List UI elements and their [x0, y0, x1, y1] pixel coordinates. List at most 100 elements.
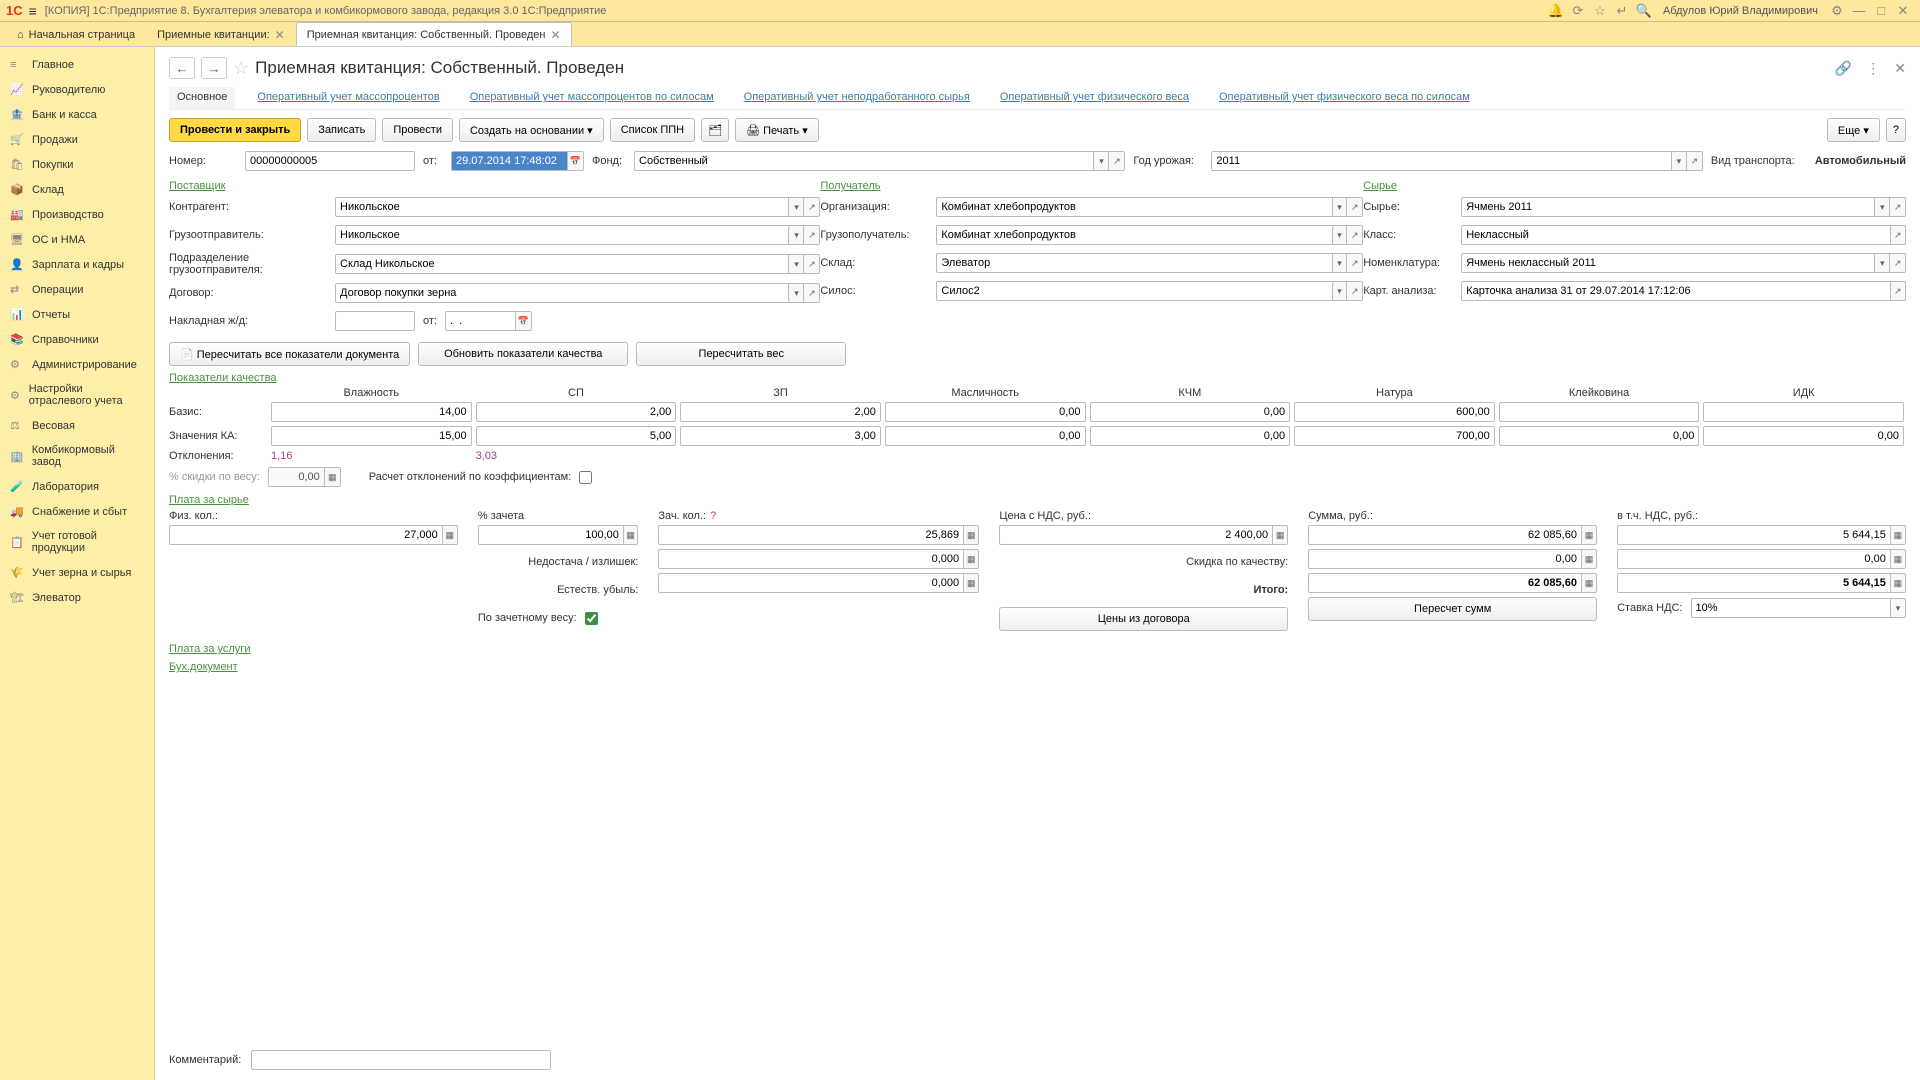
close-doc-icon[interactable]: ✕	[1894, 60, 1906, 77]
payment-link[interactable]: Плата за сырье	[169, 494, 249, 506]
subtab[interactable]: Оперативный учет массопроцентов по силос…	[462, 87, 722, 109]
sidebar-item[interactable]: ≡Главное	[0, 53, 154, 77]
quality-input[interactable]	[1703, 402, 1904, 422]
dropdown-icon[interactable]: ▾	[788, 283, 804, 303]
vat-input[interactable]	[1617, 525, 1890, 545]
price-input[interactable]	[999, 525, 1272, 545]
quality-link[interactable]: Показатели качества	[169, 372, 276, 384]
date-input[interactable]	[451, 151, 567, 171]
sidebar-item[interactable]: 🛒Продажи	[0, 127, 154, 152]
quality-input[interactable]	[476, 426, 677, 446]
open-icon[interactable]: ↗	[1109, 151, 1125, 171]
back-button[interactable]: ←	[169, 57, 195, 79]
open-icon[interactable]: ↗	[804, 283, 820, 303]
subtab[interactable]: Оперативный учет массопроцентов	[249, 87, 447, 109]
tab[interactable]: ⌂ Начальная страница	[6, 22, 146, 46]
dropdown-icon[interactable]: ▾	[1332, 225, 1348, 245]
forward-button[interactable]: →	[201, 57, 227, 79]
sidebar-item[interactable]: 🏦Банк и касса	[0, 102, 154, 127]
prices-button[interactable]: Цены из договора	[999, 607, 1288, 631]
sidebar-item[interactable]: 🌾Учет зерна и сырья	[0, 560, 154, 585]
quality-input[interactable]	[1090, 402, 1291, 422]
services-link[interactable]: Плата за услуги	[169, 643, 250, 655]
sidebar-item[interactable]: ⚖Весовая	[0, 413, 154, 438]
create-based-button[interactable]: Создать на основании ▾	[459, 118, 604, 142]
open-icon[interactable]: ↗	[1347, 253, 1363, 273]
search-icon[interactable]: 🔍	[1633, 3, 1655, 19]
contragent-input[interactable]	[335, 197, 788, 217]
calc-icon[interactable]: ▦	[1890, 549, 1906, 569]
sidebar-item[interactable]: 📊Отчеты	[0, 302, 154, 327]
open-icon[interactable]: ↗	[1890, 197, 1906, 217]
calc-icon[interactable]: ▦	[963, 573, 979, 593]
calendar-icon[interactable]: 📅	[515, 311, 532, 331]
sidebar-item[interactable]: 🛍Покупки	[0, 152, 154, 177]
settings-icon[interactable]: ⚙	[1826, 3, 1848, 19]
class-input[interactable]	[1461, 225, 1889, 245]
quality-input[interactable]	[476, 402, 677, 422]
update-quality-button[interactable]: Обновить показатели качества	[418, 342, 628, 366]
calc-icon[interactable]: ▦	[324, 467, 341, 487]
recalc-weight-button[interactable]: Пересчитать вес	[636, 342, 846, 366]
dropdown-icon[interactable]: ▾	[1874, 197, 1890, 217]
accdoc-link[interactable]: Бух.документ	[169, 661, 238, 673]
post-close-button[interactable]: Провести и закрыть	[169, 118, 301, 142]
open-icon[interactable]: ↗	[804, 254, 820, 274]
card-input[interactable]	[1461, 281, 1889, 301]
sidebar-item[interactable]: 📦Склад	[0, 177, 154, 202]
quality-input[interactable]	[680, 426, 881, 446]
fund-input[interactable]	[634, 151, 1093, 171]
calc-icon[interactable]: ▦	[1581, 573, 1597, 593]
sidebar-item[interactable]: 🚚Снабжение и сбыт	[0, 499, 154, 524]
ppn-list-button[interactable]: Список ППН	[610, 118, 695, 142]
print-button[interactable]: 🖨 Печать ▾	[735, 118, 819, 142]
sidebar-item[interactable]: 🏢Комбикормовый завод	[0, 438, 154, 474]
number-input[interactable]	[245, 151, 415, 171]
sidebar-item[interactable]: 🏗Элеватор	[0, 585, 154, 610]
open-icon[interactable]: ↗	[1890, 281, 1906, 301]
close-icon[interactable]: ✕	[275, 28, 285, 42]
calc-icon[interactable]: ▦	[963, 525, 979, 545]
quality-input[interactable]	[885, 402, 1086, 422]
dropdown-icon[interactable]: ▾	[1093, 151, 1109, 171]
calendar-icon[interactable]: 📅	[567, 151, 584, 171]
quality-input[interactable]	[1090, 426, 1291, 446]
quality-input[interactable]	[680, 402, 881, 422]
open-icon[interactable]: ↗	[804, 197, 820, 217]
quality-input[interactable]	[271, 402, 472, 422]
calc-icon[interactable]: ▦	[1581, 525, 1597, 545]
history-icon[interactable]: ⟳	[1567, 3, 1589, 19]
maximize-icon[interactable]: □	[1870, 3, 1892, 18]
open-icon[interactable]: ↗	[1347, 197, 1363, 217]
sidebar-item[interactable]: ⇄Операции	[0, 277, 154, 302]
subtab[interactable]: Оперативный учет физического веса по сил…	[1211, 87, 1478, 109]
sidebar-item[interactable]: 📚Справочники	[0, 327, 154, 352]
dropdown-icon[interactable]: ▾	[1332, 253, 1348, 273]
link-icon[interactable]: 🔗	[1835, 60, 1852, 77]
sidebar-item[interactable]: 🏭Производство	[0, 202, 154, 227]
dropdown-icon[interactable]: ▾	[788, 225, 804, 245]
tab[interactable]: Приемная квитанция: Собственный. Проведе…	[296, 22, 572, 46]
waybill-input[interactable]	[335, 311, 415, 331]
menu-icon[interactable]: ≡	[29, 3, 37, 19]
calc-icon[interactable]: ▦	[623, 525, 638, 545]
favorite-icon[interactable]: ☆	[233, 58, 249, 79]
quality-input[interactable]	[885, 426, 1086, 446]
subtab[interactable]: Оперативный учет физического веса	[992, 87, 1197, 109]
open-icon[interactable]: ↗	[1890, 253, 1906, 273]
calc-icon[interactable]: ▦	[1272, 525, 1288, 545]
close-window-icon[interactable]: ✕	[1892, 3, 1914, 19]
quality-input[interactable]	[1499, 402, 1700, 422]
sum-disc-input[interactable]	[1308, 549, 1581, 569]
sidebar-item[interactable]: 👤Зарплата и кадры	[0, 252, 154, 277]
dropdown-icon[interactable]: ▾	[1890, 598, 1906, 618]
open-icon[interactable]: ↗	[1890, 225, 1906, 245]
sidebar-item[interactable]: 🖥ОС и НМА	[0, 227, 154, 252]
bell-icon[interactable]: 🔔	[1545, 3, 1567, 19]
coef-checkbox[interactable]	[579, 471, 592, 484]
consignee-input[interactable]	[936, 225, 1331, 245]
minimize-icon[interactable]: —	[1848, 3, 1870, 18]
org-input[interactable]	[936, 197, 1331, 217]
shipper-input[interactable]	[335, 225, 788, 245]
nat-input[interactable]	[658, 573, 963, 593]
